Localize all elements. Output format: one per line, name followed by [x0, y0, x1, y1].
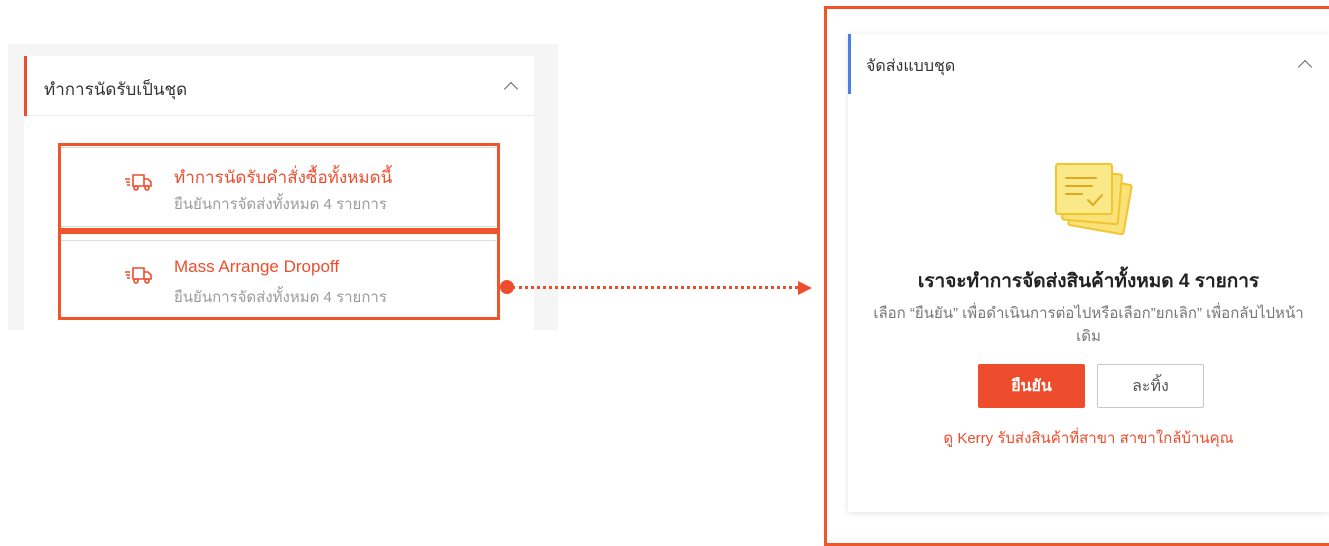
batch-shipping-title: จัดส่งแบบชุด: [866, 58, 956, 75]
documents-check-icon: [1055, 163, 1133, 236]
connector-dotted-line: [512, 286, 798, 289]
truck-icon: [125, 174, 152, 191]
batch-pickup-header[interactable]: ทำการนัดรับเป็นชุด: [24, 56, 534, 116]
connector-arrowhead: [798, 281, 812, 295]
chevron-up-icon[interactable]: [503, 81, 519, 97]
mass-arrange-dropoff-option[interactable]: Mass Arrange Dropoff ยืนยันการจัดส่งทั้ง…: [60, 240, 496, 320]
header-accent-bar: [24, 56, 27, 116]
header-accent-bar: [848, 34, 851, 94]
truck-icon: [125, 267, 152, 284]
option-subtitle: ยืนยันการจัดส่งทั้งหมด 4 รายการ: [174, 196, 387, 213]
kerry-branch-link[interactable]: ดู Kerry รับส่งสินค้าที่สาขา สาขาใกล้บ้า…: [848, 426, 1329, 450]
option-subtitle: ยืนยันการจัดส่งทั้งหมด 4 รายการ: [174, 289, 387, 306]
batch-shipping-header[interactable]: จัดส่งแบบชุด: [848, 34, 1329, 94]
arrange-pickup-all-option[interactable]: ทำการนัดรับคำสั่งซื้อทั้งหมดนี้ ยืนยันกา…: [60, 147, 496, 227]
discard-button[interactable]: ละทิ้ง: [1097, 364, 1204, 408]
option-title: Mass Arrange Dropoff: [174, 257, 340, 276]
batch-shipping-card: จัดส่งแบบชุด เราจะทำการจัดส่งสินค้าทั้งห…: [848, 34, 1329, 512]
confirm-description: เลือก “ยืนยัน” เพื่อดำเนินการต่อไปหรือเล…: [873, 305, 1304, 345]
batch-pickup-title: ทำการนัดรับเป็นชุด: [44, 80, 188, 99]
chevron-up-icon[interactable]: [1297, 59, 1313, 75]
confirm-title: เราจะทำการจัดส่งสินค้าทั้งหมด 4 รายการ: [917, 271, 1260, 292]
option-title: ทำการนัดรับคำสั่งซื้อทั้งหมดนี้: [174, 168, 393, 187]
confirm-button[interactable]: ยืนยัน: [978, 364, 1085, 408]
